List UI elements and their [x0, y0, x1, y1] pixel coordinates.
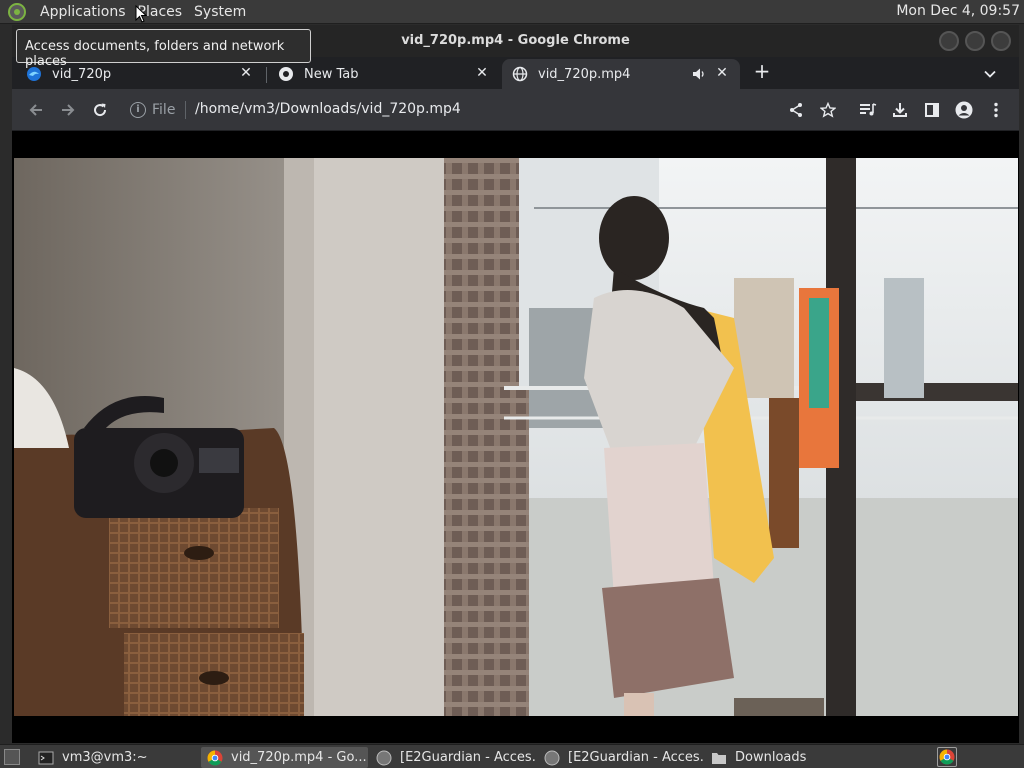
- chrome-icon: [279, 67, 293, 81]
- video-viewport[interactable]: [12, 132, 1019, 743]
- scheme-label: File: [152, 102, 176, 118]
- taskbar-item-label: vid_720p.mp4 - Go...: [231, 750, 367, 765]
- tab-label: New Tab: [304, 66, 359, 82]
- minimize-button[interactable]: [939, 31, 959, 51]
- bottom-taskbar: vm3@vm3:~ vid_720p.mp4 - Go... [E2Guardi…: [0, 744, 1024, 768]
- taskbar-item-label: [E2Guardian - Acces...: [568, 750, 703, 765]
- close-window-button[interactable]: [991, 31, 1011, 51]
- forward-arrow-icon[interactable]: [57, 99, 79, 121]
- folder-icon: [712, 752, 726, 764]
- taskbar-item-e2guardian-2[interactable]: [E2Guardian - Acces...: [538, 747, 703, 768]
- media-controls-icon[interactable]: [857, 99, 879, 121]
- video-scene-image: [14, 158, 1018, 716]
- tab-divider: [266, 67, 267, 83]
- globe-icon: [544, 750, 560, 765]
- close-tab-icon[interactable]: ✕: [474, 65, 490, 81]
- taskbar-item-chrome[interactable]: vid_720p.mp4 - Go...: [201, 747, 368, 768]
- system-menu[interactable]: System: [188, 4, 252, 20]
- reload-icon[interactable]: [89, 99, 111, 121]
- chrome-icon: [207, 750, 223, 765]
- tab-new-tab[interactable]: New Tab ✕: [268, 59, 500, 89]
- places-tooltip: Access documents, folders and network pl…: [16, 29, 311, 69]
- globe-icon: [376, 750, 392, 765]
- globe-icon: [512, 66, 528, 82]
- kebab-menu-icon[interactable]: [985, 99, 1007, 121]
- info-icon: i: [130, 102, 146, 118]
- maximize-button[interactable]: [965, 31, 985, 51]
- audio-playing-icon[interactable]: [692, 67, 706, 81]
- taskbar-item-e2guardian-1[interactable]: [E2Guardian - Acces...: [370, 747, 535, 768]
- distro-logo-icon[interactable]: [8, 2, 26, 21]
- show-desktop-icon[interactable]: [4, 749, 20, 765]
- address-bar[interactable]: /home/vm3/Downloads/vid_720p.mp4: [195, 101, 461, 117]
- terminal-icon: [38, 751, 54, 764]
- top-panel: Applications Places System Mon Dec 4, 09…: [0, 0, 1024, 24]
- tab-vid-720p-mp4[interactable]: vid_720p.mp4 ✕: [502, 59, 740, 89]
- taskbar-item-downloads[interactable]: Downloads: [705, 747, 870, 768]
- omnibox-divider: [185, 101, 187, 119]
- tab-label: vid_720p.mp4: [538, 66, 631, 82]
- bookmark-star-icon[interactable]: [817, 99, 839, 121]
- mouse-pointer-icon: [135, 5, 147, 23]
- back-arrow-icon[interactable]: [25, 99, 47, 121]
- tray-chrome-icon[interactable]: [937, 747, 957, 767]
- taskbar-item-terminal[interactable]: vm3@vm3:~: [32, 747, 197, 768]
- applications-menu[interactable]: Applications: [34, 4, 132, 20]
- browser-toolbar: i File /home/vm3/Downloads/vid_720p.mp4: [12, 89, 1019, 131]
- new-tab-button[interactable]: +: [752, 61, 772, 81]
- close-tab-icon[interactable]: ✕: [238, 65, 254, 81]
- site-info[interactable]: i File: [130, 99, 190, 121]
- chrome-window: vid_720p.mp4 - Google Chrome vid_720p ✕ …: [12, 25, 1019, 743]
- panel-clock[interactable]: Mon Dec 4, 09:57: [896, 3, 1020, 19]
- side-panel-icon[interactable]: [921, 99, 943, 121]
- taskbar-item-label: [E2Guardian - Acces...: [400, 750, 535, 765]
- chevron-down-icon[interactable]: [983, 67, 997, 81]
- taskbar-item-label: vm3@vm3:~: [62, 750, 148, 765]
- share-icon[interactable]: [785, 99, 807, 121]
- taskbar-item-label: Downloads: [735, 750, 807, 765]
- video-frame[interactable]: [14, 158, 1018, 716]
- close-tab-icon[interactable]: ✕: [714, 65, 730, 81]
- profile-avatar-icon[interactable]: [953, 99, 975, 121]
- download-icon[interactable]: [889, 99, 911, 121]
